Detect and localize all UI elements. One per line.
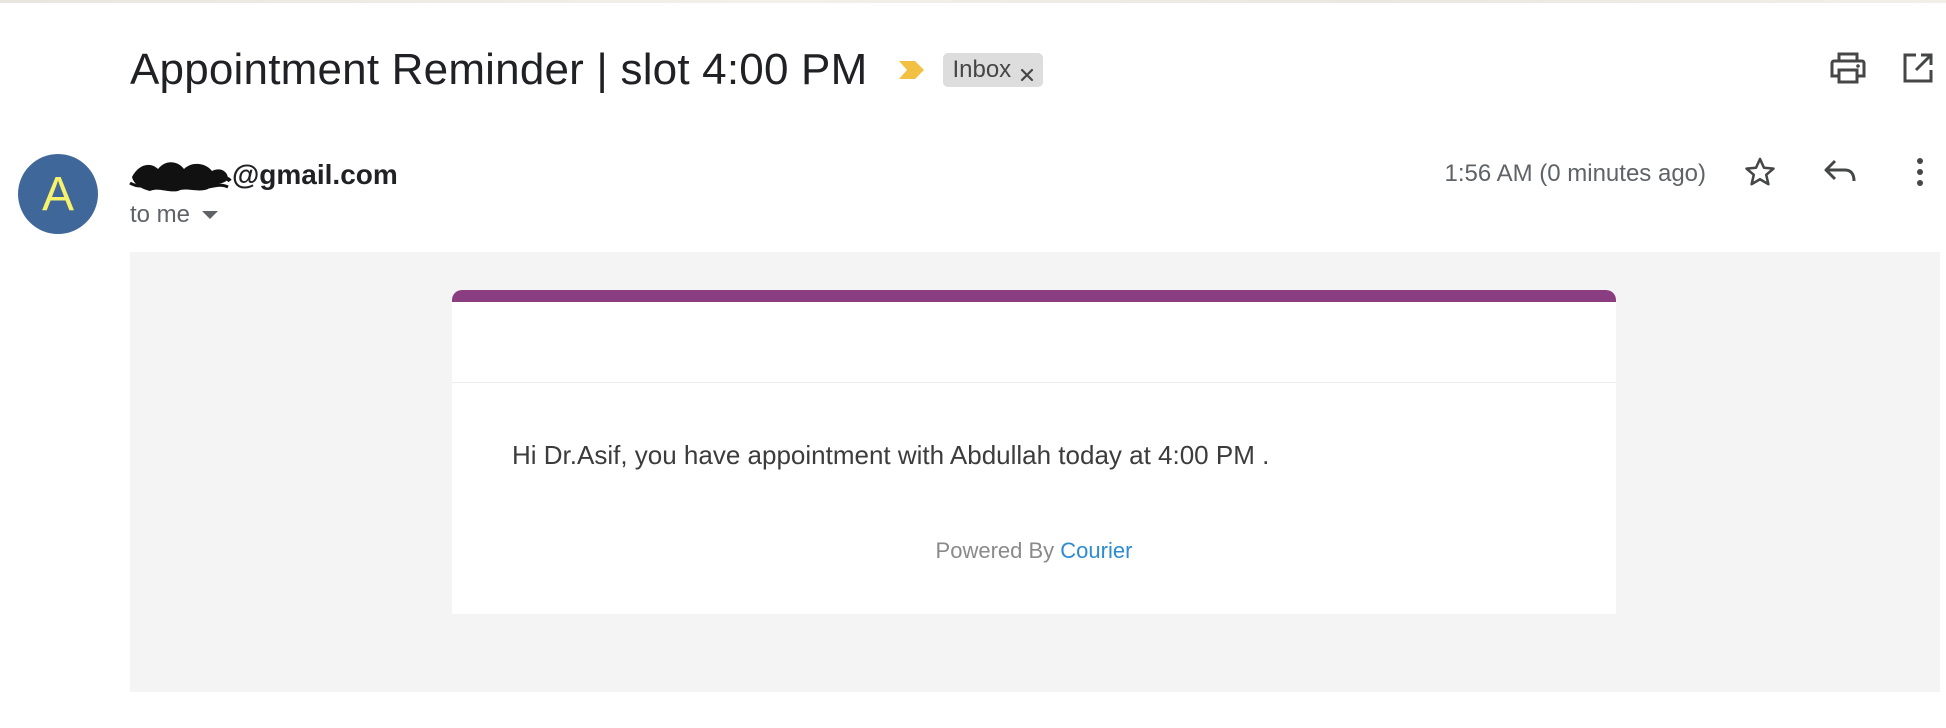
sender-address[interactable]: @gmail.com xyxy=(128,155,398,195)
recipient-label: to me xyxy=(130,201,191,228)
thread-actions xyxy=(1828,50,1946,90)
sender-email-suffix: @gmail.com xyxy=(232,159,398,190)
top-strip xyxy=(0,0,1946,3)
print-button[interactable] xyxy=(1828,50,1868,90)
recipient-details-toggle[interactable]: to me xyxy=(130,200,219,230)
powered-by-footer: Powered By Courier xyxy=(452,538,1616,564)
more-options-button[interactable] xyxy=(1898,152,1942,196)
message-text: Hi Dr.Asif, you have appointment with Ab… xyxy=(512,440,1270,470)
card-header xyxy=(452,302,1616,383)
open-in-new-window-icon xyxy=(1902,52,1934,89)
caret-down-icon xyxy=(202,211,219,219)
redaction-scribble xyxy=(128,155,232,195)
email-body: Hi Dr.Asif, you have appointment with Ab… xyxy=(130,252,1940,692)
more-vert-icon xyxy=(1915,157,1925,192)
label-chip-text: Inbox xyxy=(952,56,1012,83)
inbox-label-chip[interactable]: Inbox xyxy=(943,53,1044,87)
message-card: Hi Dr.Asif, you have appointment with Ab… xyxy=(452,290,1616,614)
card-accent-bar xyxy=(452,290,1616,302)
close-icon[interactable] xyxy=(1019,62,1035,82)
open-in-new-window-button[interactable] xyxy=(1898,50,1938,90)
avatar[interactable]: A xyxy=(18,154,98,234)
print-icon xyxy=(1830,52,1866,89)
timestamp: 1:56 AM (0 minutes ago) xyxy=(1444,160,1706,187)
star-button[interactable] xyxy=(1738,152,1782,196)
message-meta: 1:56 AM (0 minutes ago) xyxy=(1445,152,1946,196)
reply-button[interactable] xyxy=(1818,152,1862,196)
subject-row: Appointment Reminder | slot 4:00 PM Inbo… xyxy=(130,40,1044,100)
importance-marker-icon[interactable] xyxy=(897,59,927,81)
email-subject: Appointment Reminder | slot 4:00 PM xyxy=(130,45,868,94)
star-icon xyxy=(1743,155,1777,194)
courier-link[interactable]: Courier xyxy=(1060,538,1132,563)
reply-icon xyxy=(1823,157,1857,192)
powered-by-text: Powered By xyxy=(935,538,1055,563)
avatar-letter: A xyxy=(41,167,74,221)
